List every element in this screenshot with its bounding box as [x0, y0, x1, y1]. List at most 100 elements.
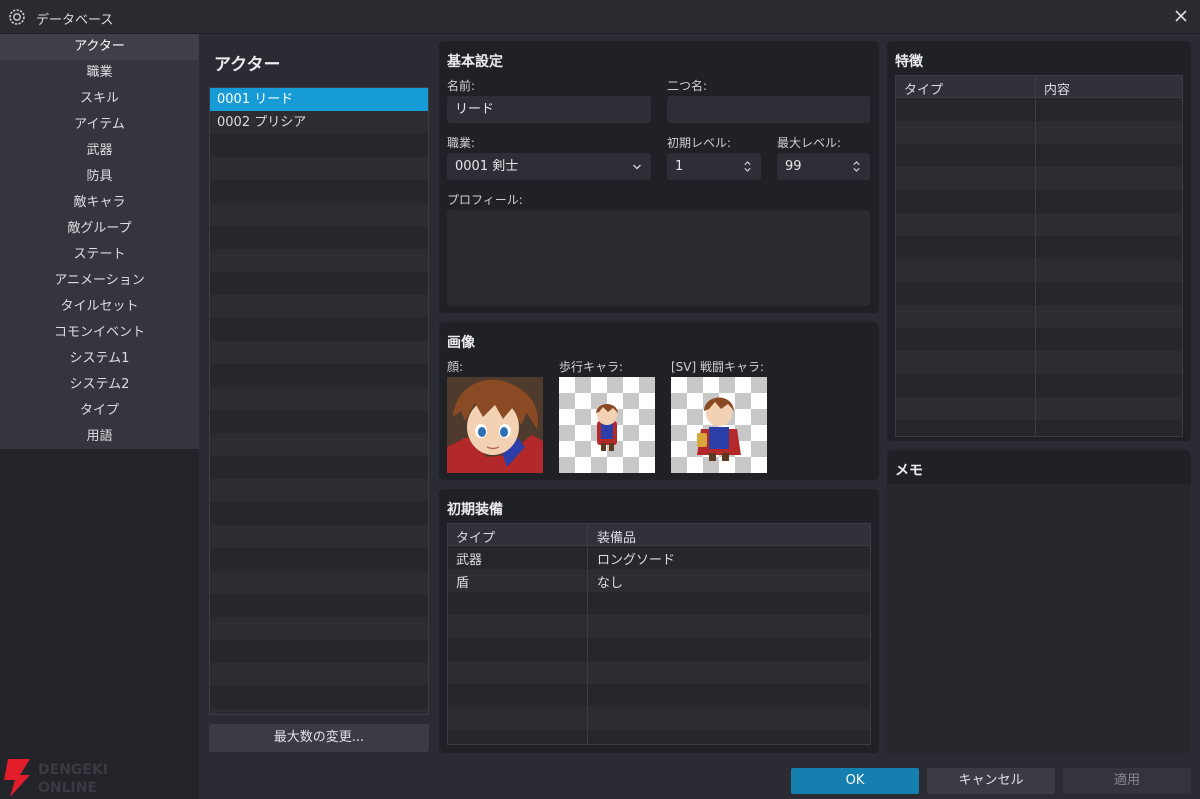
sidebar-item-troops[interactable]: 敵グループ	[0, 216, 199, 242]
column-header-equipment: 装備品	[597, 531, 637, 546]
stepper-arrows-icon[interactable]	[743, 160, 752, 173]
svg-text:ONLINE: ONLINE	[38, 780, 97, 796]
actor-list-empty-row[interactable]	[210, 272, 428, 295]
actor-list-empty-row[interactable]	[210, 157, 428, 180]
table-row[interactable]	[448, 684, 870, 707]
apply-button[interactable]: 適用	[1063, 768, 1191, 794]
sidebar-item-enemies[interactable]: 敵キャラ	[0, 190, 199, 216]
table-row[interactable]	[896, 374, 1182, 397]
table-row[interactable]	[896, 98, 1182, 121]
table-row[interactable]	[896, 167, 1182, 190]
actor-list-empty-row[interactable]	[210, 640, 428, 663]
close-icon[interactable]	[1172, 7, 1190, 25]
actor-list-empty-row[interactable]	[210, 456, 428, 479]
battler-image[interactable]	[671, 377, 767, 473]
table-row[interactable]	[896, 328, 1182, 351]
actor-list[interactable]: 0001 リード 0002 プリシア	[209, 87, 429, 715]
actor-list-empty-row[interactable]	[210, 364, 428, 387]
actor-list-empty-row[interactable]	[210, 479, 428, 502]
actor-list-empty-row[interactable]	[210, 134, 428, 157]
actor-list-empty-row[interactable]	[210, 387, 428, 410]
table-row[interactable]	[896, 351, 1182, 374]
table-row[interactable]	[896, 282, 1182, 305]
name-field[interactable]: リード	[447, 96, 651, 123]
actor-list-empty-row[interactable]	[210, 295, 428, 318]
column-header-type: タイプ	[904, 83, 944, 98]
sidebar-item-armors[interactable]: 防具	[0, 164, 199, 190]
actor-list-empty-row[interactable]	[210, 203, 428, 226]
class-select[interactable]: 0001 剣士	[447, 153, 651, 180]
walk-character-image[interactable]	[559, 377, 655, 473]
initial-level-stepper[interactable]: 1	[667, 153, 761, 180]
traits-table[interactable]: タイプ 内容	[895, 75, 1183, 437]
change-maximum-button[interactable]: 最大数の変更...	[209, 724, 429, 752]
actor-list-empty-row[interactable]	[210, 249, 428, 272]
table-row[interactable]	[896, 259, 1182, 282]
table-row[interactable]	[896, 190, 1182, 213]
memo-textarea[interactable]	[887, 484, 1191, 753]
sidebar-item-tilesets[interactable]: タイルセット	[0, 294, 199, 320]
actor-list-empty-row[interactable]	[210, 594, 428, 617]
sidebar-item-common-events[interactable]: コモンイベント	[0, 320, 199, 346]
actor-list-empty-row[interactable]	[210, 410, 428, 433]
actor-list-empty-row[interactable]	[210, 686, 428, 709]
sidebar-item-items[interactable]: アイテム	[0, 112, 199, 138]
nickname-field[interactable]	[667, 96, 870, 123]
actor-list-empty-row[interactable]	[210, 663, 428, 686]
actor-list-item[interactable]: 0002 プリシア	[210, 111, 428, 134]
sidebar-item-weapons[interactable]: 武器	[0, 138, 199, 164]
column-header-type: タイプ	[456, 531, 496, 546]
memo-title: メモ	[895, 463, 923, 479]
table-row[interactable]	[448, 638, 870, 661]
table-row[interactable]	[896, 397, 1182, 420]
name-label: 名前:	[447, 79, 476, 93]
ok-button[interactable]: OK	[791, 768, 919, 794]
face-image[interactable]	[447, 377, 543, 473]
table-row[interactable]: 武器 ロングソード	[448, 546, 870, 569]
stepper-arrows-icon[interactable]	[852, 160, 861, 173]
actor-list-empty-row[interactable]	[210, 571, 428, 594]
actor-list-empty-row[interactable]	[210, 180, 428, 203]
table-row[interactable]	[448, 707, 870, 730]
table-row[interactable]: 盾 なし	[448, 569, 870, 592]
sidebar-item-classes[interactable]: 職業	[0, 60, 199, 86]
cancel-button[interactable]: キャンセル	[927, 768, 1055, 794]
actor-list-empty-row[interactable]	[210, 318, 428, 341]
actor-list-empty-row[interactable]	[210, 341, 428, 364]
sidebar-item-skills[interactable]: スキル	[0, 86, 199, 112]
actor-list-empty-row[interactable]	[210, 433, 428, 456]
svg-text:DENGEKI: DENGEKI	[38, 762, 108, 778]
max-level-stepper[interactable]: 99	[777, 153, 870, 180]
sidebar-item-states[interactable]: ステート	[0, 242, 199, 268]
sidebar-item-terms[interactable]: 用語	[0, 424, 199, 450]
table-row[interactable]	[896, 305, 1182, 328]
sidebar-item-animations[interactable]: アニメーション	[0, 268, 199, 294]
table-row[interactable]	[896, 121, 1182, 144]
actor-list-empty-row[interactable]	[210, 525, 428, 548]
actor-list-item[interactable]: 0001 リード	[210, 88, 428, 111]
initial-equipment-title: 初期装備	[447, 502, 503, 518]
table-row[interactable]	[896, 236, 1182, 259]
table-row[interactable]	[448, 615, 870, 638]
table-row[interactable]	[896, 144, 1182, 167]
table-row[interactable]	[448, 592, 870, 615]
actor-list-empty-row[interactable]	[210, 548, 428, 571]
table-row[interactable]	[896, 213, 1182, 236]
equipment-table[interactable]: タイプ 装備品 武器 ロングソード 盾 なし	[447, 523, 871, 745]
sidebar-item-types[interactable]: タイプ	[0, 398, 199, 424]
actor-list-empty-row[interactable]	[210, 226, 428, 249]
class-select-value: 0001 剣士	[455, 159, 519, 174]
actor-list-empty-row[interactable]	[210, 709, 428, 714]
actor-list-empty-row[interactable]	[210, 617, 428, 640]
walk-character-label: 歩行キャラ:	[559, 360, 624, 374]
sidebar-item-actors[interactable]: アクター	[0, 34, 199, 60]
column-divider	[587, 524, 588, 744]
sidebar-item-system2[interactable]: システム2	[0, 372, 199, 398]
profile-textarea[interactable]	[447, 210, 870, 306]
max-level-label: 最大レベル:	[777, 136, 842, 150]
category-sidebar: アクター 職業 スキル アイテム 武器 防具 敵キャラ 敵グループ ステート ア…	[0, 34, 199, 799]
sidebar-item-system1[interactable]: システム1	[0, 346, 199, 372]
table-row[interactable]	[448, 661, 870, 684]
class-label: 職業:	[447, 136, 476, 150]
actor-list-empty-row[interactable]	[210, 502, 428, 525]
